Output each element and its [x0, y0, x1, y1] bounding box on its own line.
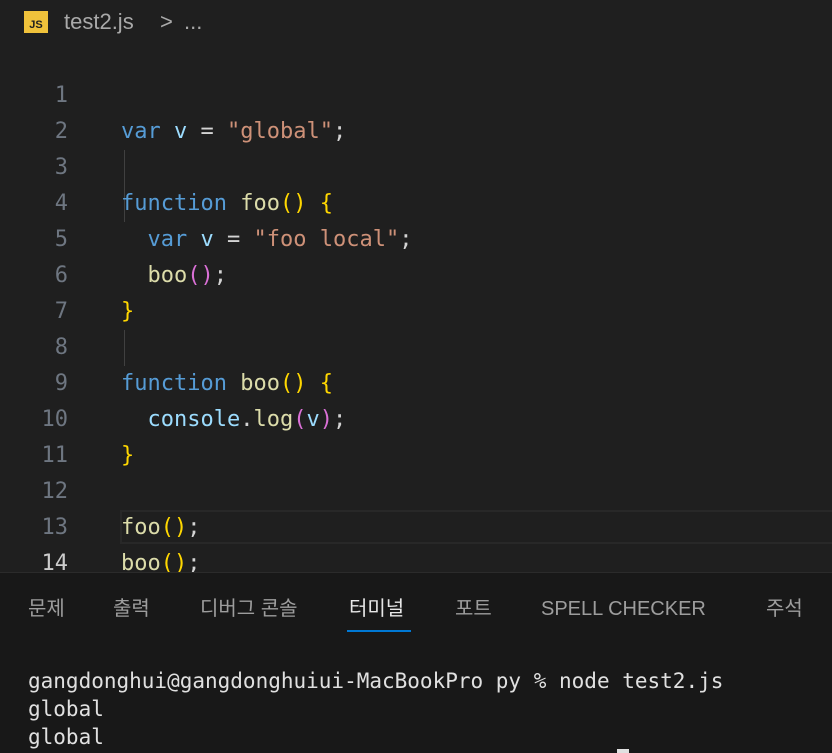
bottom-panel: 문제 출력 디버그 콘솔 터미널 포트 SPELL CHECKER 주석 gan…: [0, 572, 832, 753]
active-tab-indicator: [347, 630, 411, 632]
terminal-cursor: [617, 749, 629, 753]
code-line[interactable]: 4 var v = "foo local";: [0, 150, 832, 252]
code-line[interactable]: 8 function boo() {: [0, 294, 832, 396]
chevron-right-icon: >: [160, 9, 173, 34]
code-line[interactable]: 2: [0, 78, 832, 144]
javascript-file-icon: JS: [24, 11, 48, 33]
tab-comments[interactable]: 주석: [766, 595, 803, 623]
code-line[interactable]: 9 console.log(v);: [0, 330, 832, 432]
tab-ports[interactable]: 포트: [455, 595, 492, 623]
code-line[interactable]: 3 function foo() {: [0, 114, 832, 216]
code-line[interactable]: 12 foo();: [0, 438, 832, 540]
code-line[interactable]: 11: [0, 402, 832, 468]
terminal-line: gangdonghui@gangdonghuiui-MacBookPro py …: [28, 669, 724, 693]
breadcrumb-symbol-more[interactable]: ...: [184, 8, 202, 36]
code-line[interactable]: 13 boo();: [0, 474, 832, 576]
breadcrumb-file-name[interactable]: test2.js: [64, 8, 134, 36]
code-line[interactable]: 6 }: [0, 222, 832, 324]
breadcrumb: JS test2.js > ...: [0, 0, 832, 44]
tab-terminal[interactable]: 터미널: [349, 595, 404, 623]
tab-problems[interactable]: 문제: [28, 595, 65, 623]
code-line[interactable]: 5 boo();: [0, 186, 832, 288]
tab-debug-console[interactable]: 디버그 콘솔: [200, 595, 298, 623]
tab-spell-checker[interactable]: SPELL CHECKER: [541, 595, 706, 623]
code-line-active[interactable]: 14: [0, 510, 832, 576]
tab-output[interactable]: 출력: [113, 595, 150, 623]
js-icon-label: JS: [29, 19, 43, 31]
terminal-line: global: [28, 697, 104, 721]
terminal-line: global: [28, 725, 104, 749]
code-line[interactable]: 10 }: [0, 366, 832, 468]
code-line[interactable]: 1 var v = "global";: [0, 42, 832, 144]
code-line[interactable]: 7: [0, 258, 832, 324]
code-editor[interactable]: 1 var v = "global"; 2 3 function foo() {…: [0, 42, 832, 576]
